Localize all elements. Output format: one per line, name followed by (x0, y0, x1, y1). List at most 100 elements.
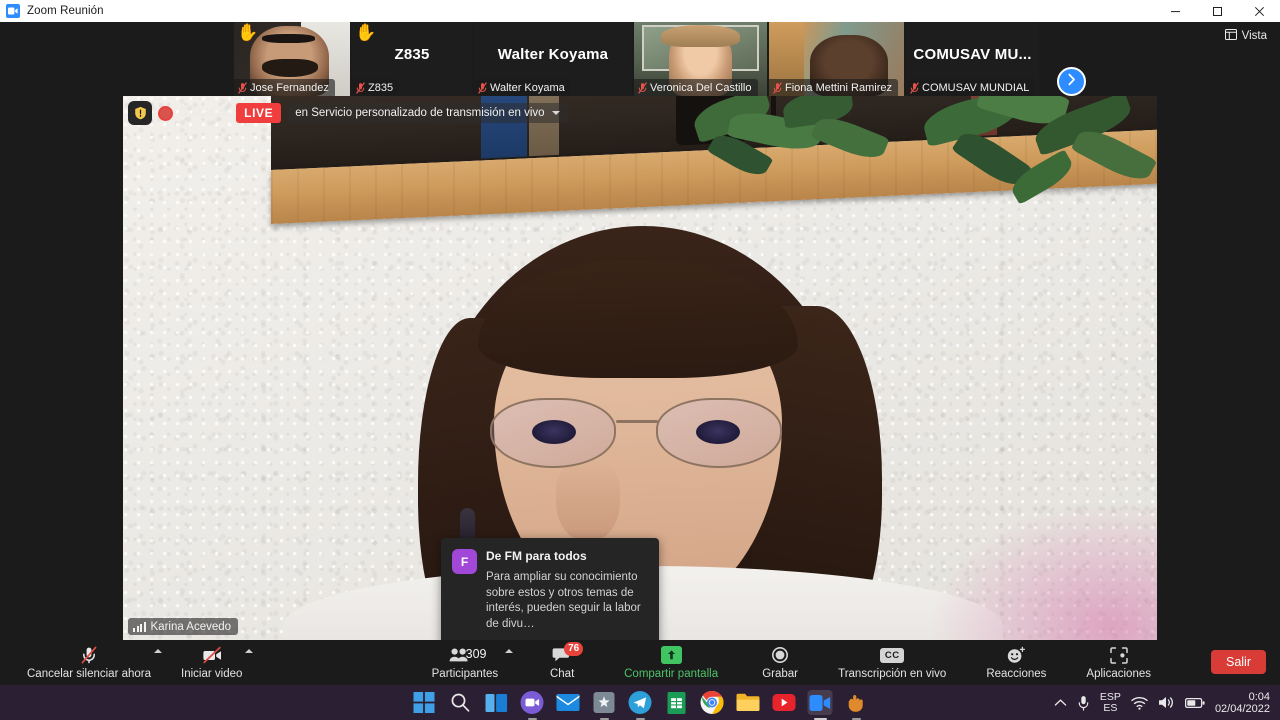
search-icon[interactable] (448, 690, 473, 715)
wifi-icon[interactable] (1131, 696, 1148, 710)
language-primary: ESP (1099, 690, 1121, 703)
reactions-button[interactable]: Reacciones (977, 640, 1055, 685)
window-controls (1154, 0, 1280, 22)
chat-sender-avatar: F (452, 549, 477, 574)
clock[interactable]: 0:04 02/04/2022 (1215, 691, 1276, 715)
chat-button[interactable]: 76 Chat (535, 640, 589, 685)
thumbnail-comusav-mundial[interactable]: COMUSAV MU... COMUSAV MUNDIAL (906, 22, 1041, 96)
start-video-button[interactable]: Iniciar video (172, 640, 254, 685)
chevron-down-icon[interactable] (551, 111, 560, 115)
muted-mic-icon (478, 81, 487, 94)
share-screen-button-label: Compartir pantalla (624, 668, 719, 680)
meeting-controls-toolbar: Cancelar silenciar ahora Iniciar video 3… (0, 640, 1280, 685)
next-page-button[interactable] (1057, 67, 1086, 96)
chat-notification-toast[interactable]: F De FM para todos Para ampliar su conoc… (441, 538, 659, 640)
zoom-client-area: Vista ✋ Jose Fernandez ✋ Z835 Z835 Walte… (0, 22, 1280, 685)
active-speaker-name-badge: Karina Acevedo (128, 618, 239, 635)
thumbnail-name: Walter Koyama (474, 79, 571, 96)
raised-hand-icon: ✋ (355, 23, 377, 42)
chrome-icon[interactable] (700, 690, 725, 715)
mute-button-label: Cancelar silenciar ahora (27, 668, 152, 680)
live-transcript-button[interactable]: CC Transcripción en vivo (829, 640, 955, 685)
task-view-icon[interactable] (484, 690, 509, 715)
record-circle-icon (771, 645, 789, 665)
live-stream-info[interactable]: en Servicio personalizado de transmisión… (287, 103, 568, 123)
thumbnail-name: Fiona Mettini Ramirez (769, 79, 898, 96)
volume-icon[interactable] (1158, 695, 1175, 710)
thumbnail-z835[interactable]: ✋ Z835 Z835 (352, 22, 474, 96)
chat-toast-content: De FM para todos Para ampliar su conocim… (486, 549, 647, 632)
recording-label: Grabando (179, 107, 231, 119)
reactions-button-label: Reacciones (986, 668, 1047, 680)
file-explorer-icon[interactable] (736, 690, 761, 715)
live-transcript-button-label: Transcripción en vivo (838, 668, 947, 680)
live-stream-banner[interactable]: Grabando LIVE en Servicio personalizado … (128, 101, 568, 125)
title-bar-left: Zoom Reunión (0, 4, 1154, 18)
language-indicator[interactable]: ESP ES (1099, 690, 1121, 714)
thumbnail-walter-koyama[interactable]: Walter Koyama Walter Koyama (474, 22, 634, 96)
thumbnail-veronica-del-castillo[interactable]: Veronica Del Castillo (634, 22, 769, 96)
thumbnail-name: Jose Fernandez (234, 79, 335, 96)
sheets-icon[interactable] (664, 690, 689, 715)
thumbnail-name: COMUSAV MUNDIAL (906, 79, 1036, 96)
leave-meeting-button[interactable]: Salir (1210, 650, 1266, 674)
apps-button[interactable]: Aplicaciones (1077, 640, 1160, 685)
thumbnail-jose-fernandez[interactable]: ✋ Jose Fernandez (234, 22, 352, 96)
chat-unread-badge: 76 (564, 642, 584, 656)
muted-mic-icon (638, 81, 647, 94)
closed-caption-icon: CC (880, 645, 905, 665)
clock-date: 02/04/2022 (1214, 702, 1270, 715)
taskbar-icon-group (412, 685, 869, 720)
participant-thumbnail-strip: ✋ Jose Fernandez ✋ Z835 Z835 Walter Koya… (234, 22, 1046, 96)
language-secondary: ES (1103, 701, 1118, 714)
chevron-up-icon[interactable] (1054, 698, 1067, 707)
video-options-caret[interactable] (245, 649, 254, 653)
youtube-icon[interactable] (772, 690, 797, 715)
record-button-label: Grabar (762, 668, 798, 680)
window-title: Zoom Reunión (27, 5, 104, 17)
security-shield-icon[interactable] (128, 101, 152, 125)
minimize-button[interactable] (1154, 0, 1196, 22)
thumbnail-fiona-mettini-ramirez[interactable]: Fiona Mettini Ramirez (769, 22, 906, 96)
live-badge: LIVE (236, 103, 282, 123)
windows-taskbar: ESP ES 0:04 02/04/2022 (0, 685, 1280, 720)
microsoft-store-icon[interactable] (592, 690, 617, 715)
microphone-icon[interactable] (1077, 695, 1090, 711)
close-button[interactable] (1238, 0, 1280, 22)
windows-start-icon[interactable] (412, 690, 437, 715)
participants-options-caret[interactable] (505, 649, 514, 653)
system-tray: ESP ES 0:04 02/04/2022 (1054, 685, 1276, 720)
chat-button-label: Chat (549, 668, 575, 680)
start-video-button-label: Iniciar video (181, 668, 243, 680)
raised-hand-icon: ✋ (237, 23, 259, 42)
smiley-reaction-icon (1006, 645, 1026, 665)
live-stream-text: en Servicio personalizado de transmisión… (295, 107, 545, 119)
zoom-meeting-icon[interactable] (807, 690, 833, 715)
muted-mic-icon (238, 81, 247, 94)
muted-mic-icon (910, 81, 919, 94)
grid-view-icon (1224, 29, 1237, 43)
mail-icon[interactable] (556, 690, 581, 715)
muted-mic-icon (773, 81, 782, 94)
view-button-label: Vista (1241, 30, 1267, 42)
active-speaker-stage[interactable]: Grabando LIVE en Servicio personalizado … (123, 96, 1157, 640)
apps-button-label: Aplicaciones (1086, 668, 1151, 680)
battery-icon[interactable] (1184, 697, 1205, 709)
record-button[interactable]: Grabar (753, 640, 807, 685)
camera-off-icon (201, 645, 223, 665)
telegram-icon[interactable] (628, 690, 653, 715)
chat-toast-message: Para ampliar su conocimiento sobre estos… (486, 571, 641, 630)
mute-options-caret[interactable] (154, 649, 163, 653)
muted-mic-icon (356, 81, 365, 94)
share-screen-button[interactable]: Compartir pantalla (615, 640, 727, 685)
active-speaker-name: Karina Acevedo (150, 620, 232, 633)
maximize-button[interactable] (1196, 0, 1238, 22)
zoom-video-icon (6, 4, 20, 18)
handshake-app-icon[interactable] (844, 690, 869, 715)
zoom-app-icon[interactable] (520, 690, 545, 715)
mute-button[interactable]: Cancelar silenciar ahora (18, 640, 163, 685)
view-button[interactable]: Vista (1220, 26, 1272, 46)
apps-icon (1109, 645, 1129, 665)
chat-toast-title: De FM para todos (486, 549, 587, 563)
participants-button[interactable]: 309 Participantes (423, 640, 514, 685)
